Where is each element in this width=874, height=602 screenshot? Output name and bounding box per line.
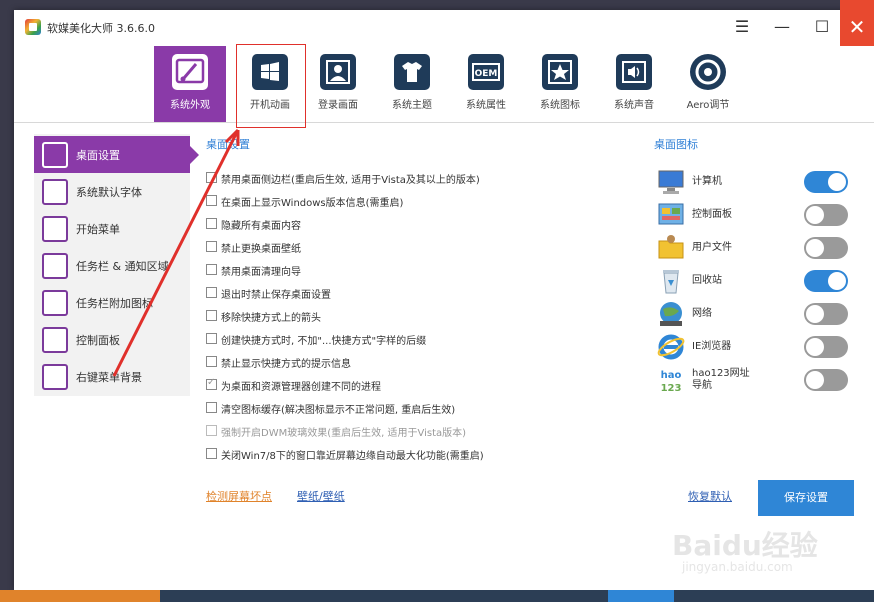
watermark-url: jingyan.baidu.com: [682, 560, 793, 574]
baidu-watermark: Baidu经验 jingyan.baidu.com: [672, 512, 862, 582]
watermark-brand: Baidu经验: [672, 529, 818, 562]
